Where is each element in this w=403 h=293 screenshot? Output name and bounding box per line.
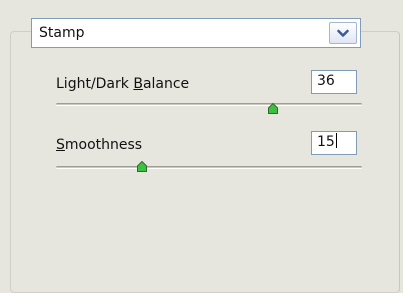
mode-dropdown[interactable]: Stamp xyxy=(31,18,361,48)
filter-options-panel: Stamp Light/Dark Balance 36 Smoothness 1… xyxy=(0,0,403,293)
mode-dropdown-value: Stamp xyxy=(39,25,85,41)
smoothness-label: Smoothness xyxy=(56,137,143,153)
chevron-down-icon xyxy=(337,29,349,37)
smoothness-slider-thumb[interactable] xyxy=(137,161,147,172)
dropdown-button[interactable] xyxy=(329,22,357,44)
light-dark-balance-slider-track[interactable] xyxy=(56,103,362,106)
smoothness-input[interactable]: 15 xyxy=(311,131,357,155)
light-dark-balance-slider-thumb[interactable] xyxy=(268,103,278,114)
light-dark-balance-input[interactable]: 36 xyxy=(311,70,357,94)
text-caret xyxy=(335,133,337,148)
light-dark-balance-label: Light/Dark Balance xyxy=(56,76,190,92)
smoothness-slider-track[interactable] xyxy=(56,166,362,169)
